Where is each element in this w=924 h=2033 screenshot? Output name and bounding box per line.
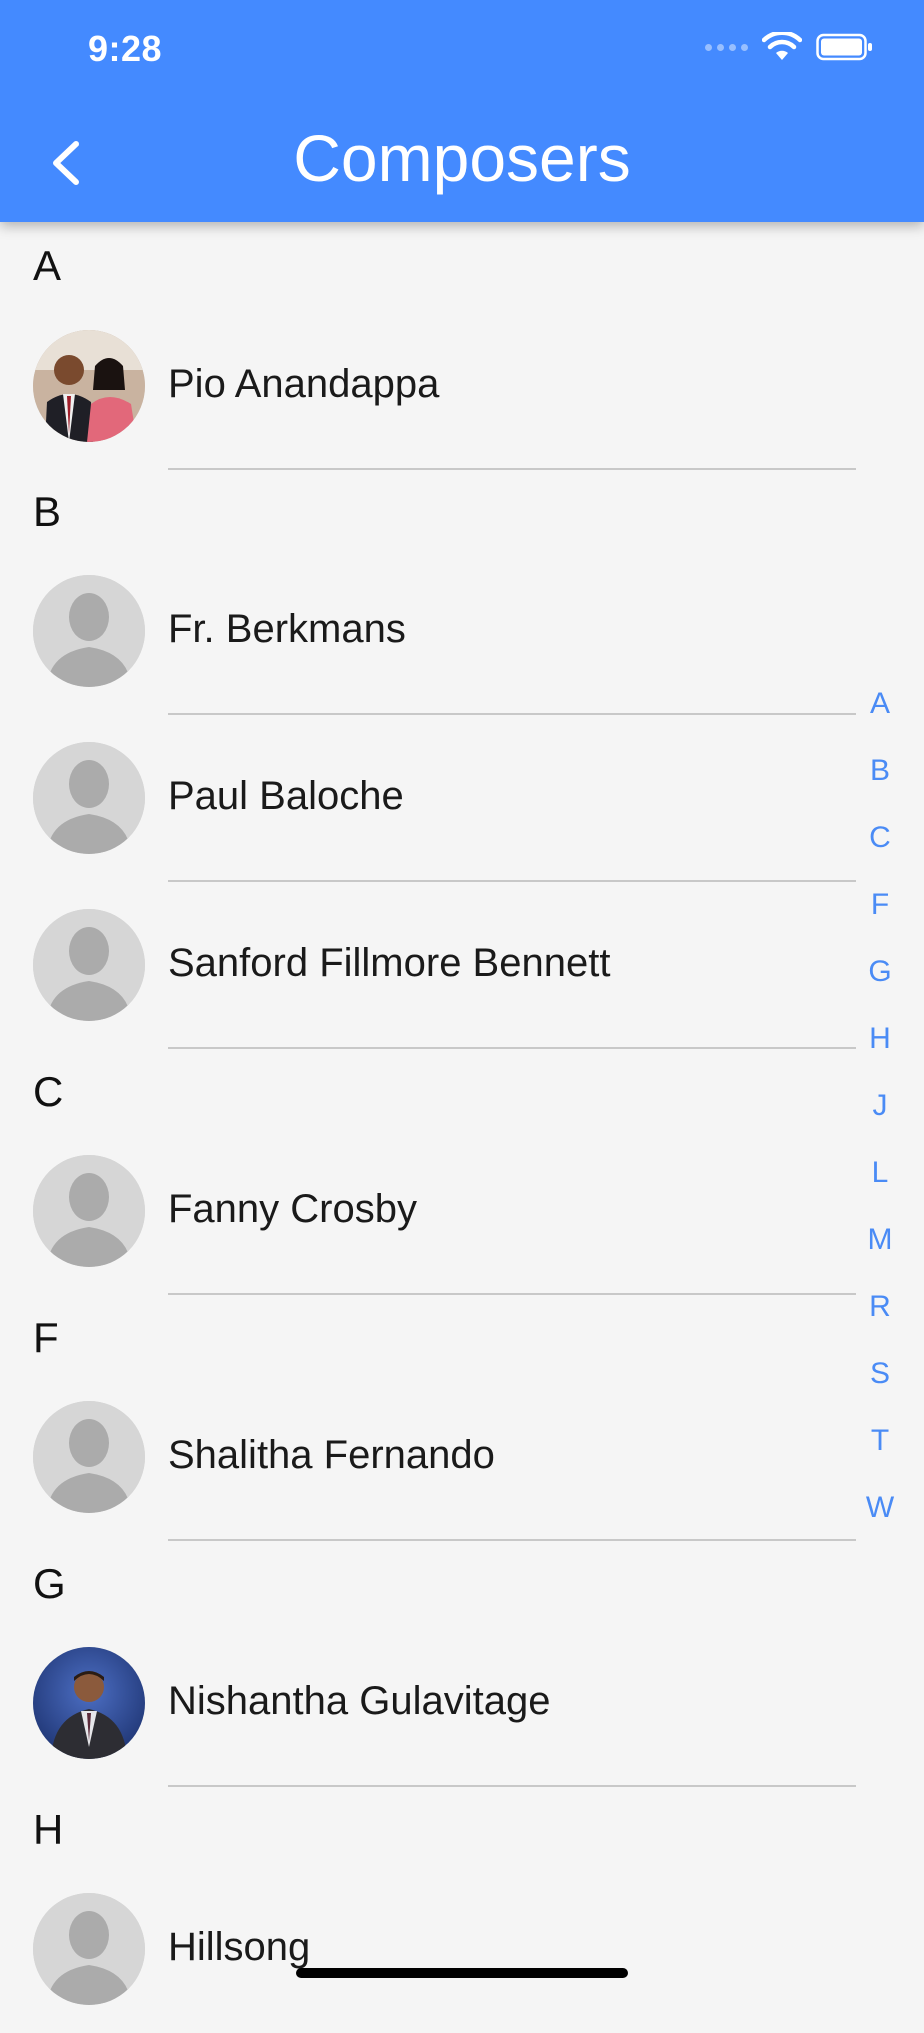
composer-name: Pio Anandappa [168, 362, 440, 406]
app-bar: 9:28 Composers [0, 0, 924, 222]
avatar [33, 1155, 145, 1267]
avatar [33, 1401, 145, 1513]
index-letter-l[interactable]: L [850, 1139, 910, 1206]
divider [168, 1047, 856, 1049]
index-letter-s[interactable]: S [850, 1340, 910, 1407]
avatar-photo-man-suit [33, 1647, 145, 1759]
divider [168, 1539, 856, 1541]
list-item-shalitha-fernando[interactable]: Shalitha Fernando [0, 1371, 860, 1541]
battery-icon [816, 33, 872, 61]
divider [168, 1293, 856, 1295]
composer-name: Fanny Crosby [168, 1187, 417, 1231]
composer-name: Sanford Fillmore Bennett [168, 941, 611, 985]
section-header-a: A [33, 242, 62, 289]
section-header-b: B [33, 488, 62, 535]
index-letter-c[interactable]: C [850, 804, 910, 871]
section-header-g: G [33, 1560, 66, 1607]
section-header-f: F [33, 1314, 59, 1361]
avatar [33, 1893, 145, 2005]
home-indicator[interactable] [296, 1968, 628, 1978]
alphabet-index[interactable]: A B C F G H J L M R S T W [850, 670, 910, 1541]
avatar [33, 1647, 145, 1759]
page-title: Composers [293, 121, 631, 195]
list-item-nishantha-gulavitage[interactable]: Nishantha Gulavitage [0, 1617, 860, 1787]
person-placeholder-icon [33, 1893, 145, 2005]
person-placeholder-icon [33, 575, 145, 687]
list-item-paul-baloche[interactable]: Paul Baloche [0, 712, 860, 882]
list-item-fanny-crosby[interactable]: Fanny Crosby [0, 1125, 860, 1295]
list-item-fr-berkmans[interactable]: Fr. Berkmans [0, 545, 860, 715]
list-item-sanford-fillmore-bennett[interactable]: Sanford Fillmore Bennett [0, 879, 860, 1049]
list-item-hillsong[interactable]: Hillsong [0, 1863, 860, 2033]
index-letter-r[interactable]: R [850, 1273, 910, 1340]
avatar [33, 742, 145, 854]
composer-name: Hillsong [168, 1925, 311, 1969]
divider [168, 1785, 856, 1787]
person-placeholder-icon [33, 1401, 145, 1513]
composer-name: Paul Baloche [168, 774, 404, 818]
person-placeholder-icon [33, 909, 145, 1021]
index-letter-f[interactable]: F [850, 871, 910, 938]
index-letter-t[interactable]: T [850, 1407, 910, 1474]
status-time: 9:28 [88, 28, 163, 69]
composer-name: Shalitha Fernando [168, 1433, 495, 1477]
signal-icon [705, 43, 748, 51]
index-letter-b[interactable]: B [850, 737, 910, 804]
list-item-pio-anandappa[interactable]: Pio Anandappa [0, 300, 860, 470]
avatar [33, 575, 145, 687]
avatar [33, 330, 145, 442]
index-letter-h[interactable]: H [850, 1005, 910, 1072]
composer-name: Nishantha Gulavitage [168, 1679, 551, 1723]
divider [168, 468, 856, 470]
wifi-icon [762, 32, 802, 60]
composer-name: Fr. Berkmans [168, 607, 406, 651]
index-letter-a[interactable]: A [850, 670, 910, 737]
index-letter-g[interactable]: G [850, 938, 910, 1005]
person-placeholder-icon [33, 742, 145, 854]
index-letter-w[interactable]: W [850, 1474, 910, 1541]
avatar-photo-couple [33, 330, 145, 442]
index-letter-m[interactable]: M [850, 1206, 910, 1273]
index-letter-j[interactable]: J [850, 1072, 910, 1139]
person-placeholder-icon [33, 1155, 145, 1267]
section-header-c: C [33, 1068, 64, 1115]
avatar [33, 909, 145, 1021]
section-header-h: H [33, 1806, 64, 1853]
status-icons [705, 32, 874, 62]
